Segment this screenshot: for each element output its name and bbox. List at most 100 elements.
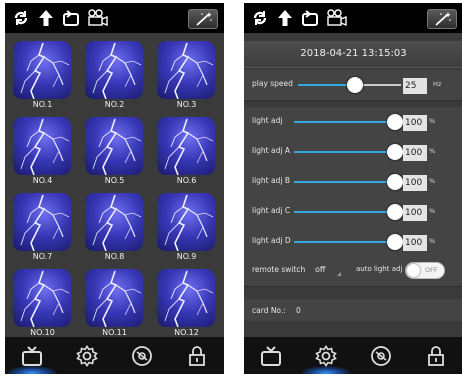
- tab-lock[interactable]: [409, 337, 462, 374]
- lightning-thumbnail: [157, 117, 215, 175]
- tile-label: NO.1: [32, 100, 53, 109]
- light-adj-slider[interactable]: [294, 121, 395, 123]
- light-adj-value[interactable]: 100: [403, 115, 427, 131]
- tab-tv[interactable]: [244, 337, 298, 374]
- light-adj-knob[interactable]: [387, 114, 403, 130]
- auto-light-adj-toggle[interactable]: OFF: [405, 262, 445, 279]
- video-tile[interactable]: NO.8: [79, 190, 150, 266]
- tab-settings[interactable]: [299, 337, 353, 374]
- light-adj-knob[interactable]: [387, 204, 403, 220]
- light-adj-value[interactable]: 100: [403, 145, 427, 161]
- remote-switch-select[interactable]: off: [315, 265, 325, 274]
- lightning-thumbnail: [157, 41, 215, 99]
- disc-icon: [132, 345, 152, 366]
- video-tile[interactable]: NO.1: [7, 38, 78, 114]
- remote-switch-label: remote switch: [252, 265, 306, 274]
- magic-wand-icon[interactable]: [427, 9, 457, 29]
- settings-body: 2018-04-21 13:15:03 play speed 25 Hz lig…: [244, 33, 462, 337]
- lightning-thumbnail: [157, 269, 215, 327]
- video-tile[interactable]: NO.10: [7, 266, 78, 342]
- light-adj-fill: [294, 211, 395, 213]
- light-adj-label: light adj: [252, 116, 283, 125]
- magic-wand-icon[interactable]: [188, 9, 218, 29]
- lightning-thumbnail: [13, 117, 71, 175]
- light-adj-label: light adj B: [252, 176, 290, 185]
- light-adj-value[interactable]: 100: [403, 205, 427, 221]
- lightning-thumbnail: [157, 193, 215, 251]
- tile-label: NO.6: [176, 176, 197, 185]
- lightning-thumbnail: [85, 41, 143, 99]
- light-adj-knob[interactable]: [387, 144, 403, 160]
- light-adj-slider[interactable]: [294, 181, 395, 183]
- upload-arrow-icon[interactable]: [275, 7, 295, 29]
- tab-lock[interactable]: [170, 337, 224, 374]
- light-adj-row: light adj D 100%: [244, 227, 462, 258]
- top-toolbar: [244, 3, 462, 33]
- refresh-icon[interactable]: [10, 7, 32, 29]
- video-tile[interactable]: NO.12: [151, 266, 222, 342]
- lightning-thumbnail: [13, 269, 71, 327]
- light-adj-row: light adj A 100%: [244, 137, 462, 168]
- auto-light-adj-label: auto light adj: [356, 265, 403, 273]
- light-adj-value[interactable]: 100: [403, 235, 427, 251]
- video-tile[interactable]: NO.6: [151, 114, 222, 190]
- video-tile-grid: NO.1 NO.2 NO.3 NO.4 NO.5 NO.6 NO.7 NO.8 NO.9 NO.1…: [5, 33, 224, 337]
- top-toolbar: [5, 3, 224, 33]
- play-speed-unit: Hz: [433, 80, 442, 88]
- play-speed-row: play speed 25 Hz: [244, 70, 462, 101]
- video-tile[interactable]: NO.2: [79, 38, 150, 114]
- bottom-tab-bar: [244, 337, 462, 374]
- lightning-thumbnail: [13, 41, 71, 99]
- upload-arrow-icon[interactable]: [36, 7, 56, 29]
- play-speed-value[interactable]: 25: [403, 78, 427, 94]
- light-adj-knob[interactable]: [387, 174, 403, 190]
- light-adj-slider[interactable]: [294, 211, 395, 213]
- play-speed-knob[interactable]: [346, 77, 363, 93]
- tab-tv[interactable]: [5, 337, 59, 374]
- light-adj-fill: [294, 241, 395, 243]
- camera-icon[interactable]: [325, 7, 349, 29]
- light-adj-unit: %: [429, 177, 436, 185]
- tv-icon: [22, 345, 42, 366]
- tile-label: NO.10: [30, 328, 55, 337]
- tile-label: NO.9: [176, 252, 197, 261]
- tile-label: NO.3: [176, 100, 197, 109]
- tab-settings[interactable]: [60, 337, 114, 374]
- video-tile[interactable]: NO.11: [79, 266, 150, 342]
- video-tile[interactable]: NO.4: [7, 114, 78, 190]
- light-adj-row: light adj B 100%: [244, 167, 462, 198]
- light-adj-unit: %: [429, 117, 436, 125]
- dropdown-arrow-icon: [337, 272, 341, 276]
- lock-icon: [189, 345, 205, 366]
- tile-label: NO.2: [104, 100, 125, 109]
- toggle-state: OFF: [425, 266, 438, 274]
- card-number-value: 0: [296, 306, 301, 315]
- video-tile[interactable]: NO.3: [151, 38, 222, 114]
- play-speed-label: play speed: [252, 79, 293, 88]
- repeat-icon[interactable]: [299, 7, 321, 29]
- tile-label: NO.4: [32, 176, 53, 185]
- light-adj-slider[interactable]: [294, 241, 395, 243]
- video-tile[interactable]: NO.5: [79, 114, 150, 190]
- video-tile[interactable]: NO.7: [7, 190, 78, 266]
- bottom-tab-bar: [5, 337, 224, 374]
- light-adj-label: light adj A: [252, 146, 290, 155]
- light-adj-fill: [294, 181, 395, 183]
- tv-icon: [261, 345, 281, 366]
- tile-label: NO.7: [32, 252, 53, 261]
- remote-switch-row: remote switch off auto light adj OFF: [244, 256, 462, 287]
- repeat-icon[interactable]: [60, 7, 82, 29]
- light-adj-unit: %: [429, 207, 436, 215]
- camera-icon[interactable]: [86, 7, 110, 29]
- light-adj-slider[interactable]: [294, 151, 395, 153]
- tile-label: NO.12: [174, 328, 199, 337]
- light-adj-label: light adj C: [252, 206, 291, 215]
- refresh-icon[interactable]: [249, 7, 271, 29]
- tab-disc[interactable]: [354, 337, 408, 374]
- right-screen: 2018-04-21 13:15:03 play speed 25 Hz lig…: [244, 3, 462, 374]
- tab-disc[interactable]: [115, 337, 169, 374]
- light-adj-knob[interactable]: [387, 234, 403, 250]
- tile-label: NO.8: [104, 252, 125, 261]
- light-adj-value[interactable]: 100: [403, 175, 427, 191]
- video-tile[interactable]: NO.9: [151, 190, 222, 266]
